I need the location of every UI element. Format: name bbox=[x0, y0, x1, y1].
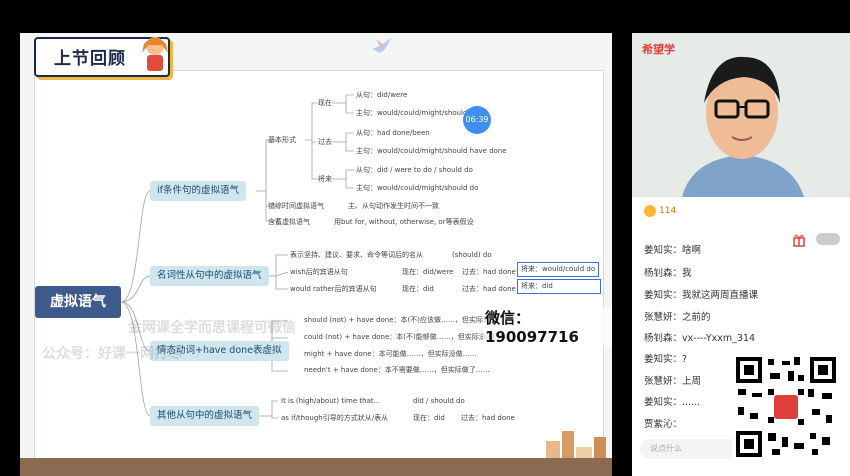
if-present: 现在 bbox=[318, 99, 332, 107]
modal-neednt: needn't + have done：本不需要做……，但实际做了…… bbox=[304, 366, 490, 374]
noun-row2-a: wish后的宾语从句 bbox=[290, 268, 348, 276]
noun-row1-b: (should) do bbox=[452, 251, 492, 259]
if-past-main: 主句：would/could/might/should have done bbox=[356, 147, 507, 155]
coin-count: 114 bbox=[659, 206, 677, 216]
if-present-main: 主句：would/could/might/should do bbox=[356, 109, 479, 117]
side-panel: 希望学 114 姜知实：啥啊 杨钊森：我 姜知实：我就这两周直播课 张慧妍：之前… bbox=[632, 33, 850, 476]
if-mixed: 错综时间虚拟语气 bbox=[268, 202, 324, 210]
modal-should: should (not) + have done：本(不)应该做……，但实际做了 bbox=[304, 316, 497, 324]
watermark: 金网课全学而思课程可微信 bbox=[128, 320, 296, 336]
other-time-that: It is (high/about) time that... bbox=[281, 397, 381, 405]
coin-icon bbox=[644, 205, 656, 217]
slide: 上节回顾 虚拟语气 if条件句的虚拟语气 名词性从句中的虚拟语气 情态动词+ha… bbox=[20, 33, 612, 476]
if-implied: 含蓄虚拟语气 bbox=[268, 218, 310, 226]
branch-if-clause: if条件句的虚拟语气 bbox=[150, 181, 246, 201]
if-implied-desc: 用but for, without, otherwise, or等表假设 bbox=[334, 218, 474, 226]
chat-message: 杨钊森：vx----Yxxm_314 bbox=[644, 333, 756, 344]
chat-input[interactable]: 说点什么 bbox=[640, 439, 746, 459]
chat-message: 姜知实：我就这两周直播课 bbox=[644, 290, 759, 301]
other-as-if: as if/though引导的方式状从/表从 bbox=[281, 414, 389, 422]
if-future-main: 主句：would/could/might/should do bbox=[356, 184, 479, 192]
if-future: 将来 bbox=[318, 175, 332, 183]
teacher-avatar bbox=[632, 33, 850, 197]
noun-row2-d: 将来：would/could do bbox=[517, 262, 600, 277]
noun-row2-c: 过去：had done bbox=[462, 268, 516, 276]
other-time-that-form: did / should do bbox=[413, 397, 465, 405]
noun-row3-d: 将来：did bbox=[517, 279, 601, 294]
other-as-if-present: 现在：did bbox=[413, 414, 445, 422]
noun-row3-c: 过去：had done bbox=[462, 285, 516, 293]
if-present-sub: 从句：did/were bbox=[356, 91, 408, 99]
if-mixed-desc: 主、从句动作发生时间不一致 bbox=[348, 202, 439, 210]
teacher-video: 希望学 bbox=[632, 33, 850, 197]
qr-code bbox=[732, 353, 840, 461]
wechat-overlay: 微信：190097716 bbox=[483, 307, 612, 346]
if-past-sub: 从句：had done/been bbox=[356, 129, 430, 137]
branch-noun-clause: 名词性从句中的虚拟语气 bbox=[150, 266, 269, 286]
branch-other-clause: 其他从句中的虚拟语气 bbox=[150, 406, 260, 426]
other-as-if-past: 过去：had done bbox=[461, 414, 515, 422]
watermark: 公众号：好课一网打尽 bbox=[42, 346, 182, 362]
noun-row3-a: would rather后的宾语从句 bbox=[290, 285, 377, 293]
chat-message: 张慧妍：之前的 bbox=[644, 312, 711, 323]
if-future-sub: 从句：did / were to do / should do bbox=[356, 166, 473, 174]
bridge-illustration bbox=[20, 458, 612, 476]
brand-logo: 希望学 bbox=[642, 43, 675, 56]
coin-counter: 114 bbox=[644, 205, 676, 217]
noun-row1-a: 表示坚持、建议、要求、命令等词后的名从 bbox=[290, 251, 423, 259]
top-bar bbox=[0, 0, 850, 28]
noun-row2-b: 现在：did/were bbox=[402, 268, 454, 276]
chat-message: 姜知实：啥啊 bbox=[644, 245, 702, 256]
modal-might: might + have done：本可能做……，但实际没做…… bbox=[304, 350, 477, 358]
timer-badge: 06:39 bbox=[463, 106, 491, 134]
if-basic-form: 基本形式 bbox=[268, 136, 296, 144]
if-past: 过去 bbox=[318, 138, 332, 146]
noun-row3-b: 现在：did bbox=[402, 285, 434, 293]
chat-message: 杨钊森：我 bbox=[644, 268, 692, 279]
mindmap-root: 虚拟语气 bbox=[35, 286, 121, 318]
